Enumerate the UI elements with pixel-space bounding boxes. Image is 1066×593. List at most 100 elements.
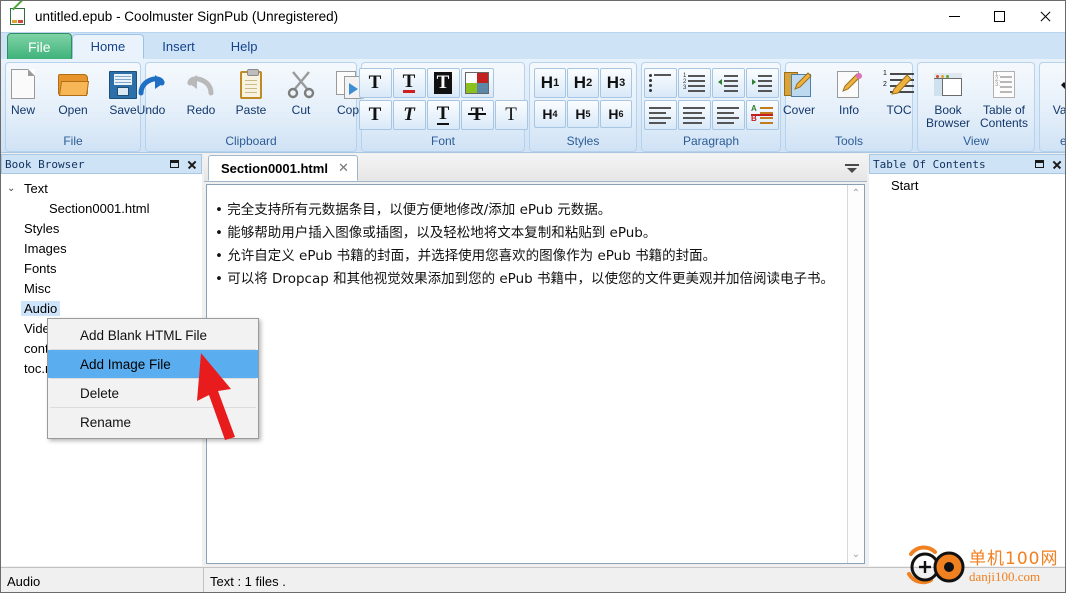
toc-close-button[interactable] — [1049, 157, 1063, 171]
table-of-contents-panel: Table Of Contents Start — [869, 154, 1065, 566]
align-right-icon[interactable] — [711, 100, 745, 130]
tab-file[interactable]: File — [7, 33, 72, 59]
group-label-styles: Styles — [566, 134, 600, 148]
watermark: 单机100网 danji100.com — [903, 542, 1063, 590]
tree-item-text[interactable]: ⌄ Text — [1, 178, 202, 198]
tree-item-misc[interactable]: Misc — [1, 278, 202, 298]
book-browser-close-button[interactable] — [184, 157, 198, 171]
ribbon-group-paragraph: 123 A B Paragraph — [641, 62, 781, 152]
heading-1-button[interactable]: H1 — [534, 68, 566, 98]
info-button[interactable]: Info — [824, 65, 874, 117]
tree-item-section0001[interactable]: Section0001.html — [1, 198, 202, 218]
bold-icon[interactable]: T — [358, 100, 392, 130]
window-controls — [932, 1, 1065, 32]
heading-5-button[interactable]: H5 — [567, 100, 599, 128]
group-label-file: File — [63, 134, 83, 148]
epub-document-icon — [9, 1, 27, 26]
scroll-down-arrow[interactable]: ⌄ — [848, 546, 864, 563]
cut-button[interactable]: Cut — [276, 65, 326, 117]
group-label-font: Font — [430, 134, 455, 148]
scissors-icon — [285, 69, 317, 101]
chevron-down-icon[interactable]: ⌄ — [7, 183, 21, 194]
tab-insert[interactable]: Insert — [144, 34, 213, 59]
group-label-view: View — [963, 134, 989, 148]
ribbon-tab-strip: File Home Insert Help — [1, 32, 1065, 59]
tab-home[interactable]: Home — [71, 34, 145, 59]
document-tab-label: Section0001.html — [221, 160, 328, 176]
toc-panel-title: Table Of Contents — [873, 157, 986, 171]
document-edit-icon — [833, 69, 865, 101]
status-left: Audio — [1, 567, 204, 592]
watermark-text: 单机100网 danji100.com — [969, 544, 1058, 585]
minimize-button[interactable] — [932, 1, 977, 32]
close-tab-button[interactable]: ✕ — [338, 160, 349, 176]
cover-button[interactable]: Cover — [774, 65, 824, 117]
book-browser-float-button[interactable] — [167, 157, 181, 171]
tab-help[interactable]: Help — [213, 34, 276, 59]
editor-line-2: • 能够帮助用户插入图像或插图，以及轻松地将文本复制和粘贴到 ePub。 — [215, 225, 657, 241]
validate-button[interactable]: Validate — [1044, 65, 1065, 117]
color-swatch-icon[interactable] — [460, 68, 494, 98]
document-tab-section0001[interactable]: Section0001.html ✕ — [208, 155, 358, 181]
heading-3-button[interactable]: H3 — [600, 68, 632, 98]
numbered-list-icon[interactable]: 123 — [677, 68, 711, 98]
open-button[interactable]: Open — [48, 65, 98, 117]
new-button[interactable]: New — [1, 65, 48, 117]
book-cover-edit-icon — [783, 69, 815, 101]
tree-item-styles[interactable]: Styles — [1, 218, 202, 238]
tab-overflow-button[interactable] — [845, 163, 859, 175]
toc-float-button[interactable] — [1032, 157, 1046, 171]
application-window: untitled.epub - Coolmuster SignPub (Unre… — [0, 0, 1066, 593]
group-label-clipboard: Clipboard — [225, 134, 277, 148]
ribbon-group-tools: Cover Info 1 2 TOC Tools — [783, 62, 914, 152]
heading-6-button[interactable]: H6 — [600, 100, 632, 128]
undo-button[interactable]: Undo — [126, 65, 176, 117]
close-button[interactable] — [1022, 1, 1065, 32]
ribbon-group-styles: H1 H2 H3 H4 H5 H6 Styles — [529, 62, 637, 152]
redo-button[interactable]: Redo — [176, 65, 226, 117]
scrollbar-track[interactable] — [848, 202, 864, 546]
clipboard-icon — [235, 69, 267, 101]
tree-item-fonts[interactable]: Fonts — [1, 258, 202, 278]
editor-page[interactable]: • 完全支持所有元数据条目，以便方便地修改/添加 ePub 元数据。 • 能够帮… — [207, 185, 847, 563]
ribbon: New Open Save File Undo Redo Paste Cut C… — [1, 59, 1065, 153]
table-of-contents-button[interactable]: 1. 2. 3. Table of Contents — [976, 65, 1032, 130]
strikethrough-icon[interactable]: T — [460, 100, 494, 130]
text-highlight-icon[interactable]: T — [426, 68, 460, 98]
decrease-indent-icon[interactable] — [711, 68, 745, 98]
browser-window-icon — [932, 69, 964, 101]
checkmark-icon — [1058, 69, 1065, 101]
bullet-list-icon[interactable] — [643, 68, 677, 98]
watermark-en: danji100.com — [969, 569, 1041, 584]
plain-text-icon[interactable]: T — [494, 100, 528, 130]
heading-2-button[interactable]: H2 — [567, 68, 599, 98]
editor-wrapper: • 完全支持所有元数据条目，以便方便地修改/添加 ePub 元数据。 • 能够帮… — [204, 182, 867, 566]
text-underline-color-icon[interactable]: T — [392, 68, 426, 98]
toc-list-icon: 1. 2. 3. — [988, 69, 1020, 101]
ribbon-group-clipboard: Undo Redo Paste Cut Copy Clipboard — [137, 62, 365, 152]
heading-4-button[interactable]: H4 — [534, 100, 566, 128]
tree-item-images[interactable]: Images — [1, 238, 202, 258]
toc-item-start[interactable]: Start — [869, 174, 1065, 193]
editor-vertical-scrollbar[interactable]: ⌃ ⌄ — [847, 185, 864, 563]
italic-icon[interactable]: T — [392, 100, 426, 130]
tree-item-audio[interactable]: Audio — [1, 298, 202, 318]
maximize-button[interactable] — [977, 1, 1022, 32]
editor-surface[interactable]: • 完全支持所有元数据条目，以便方便地修改/添加 ePub 元数据。 • 能够帮… — [206, 184, 865, 564]
book-browser-title: Book Browser — [5, 157, 85, 171]
book-browser-button[interactable]: Book Browser — [920, 65, 976, 130]
text-color-icon[interactable]: T — [358, 68, 392, 98]
align-center-icon[interactable] — [677, 100, 711, 130]
toc-list[interactable]: Start — [869, 174, 1065, 566]
new-document-icon — [7, 69, 39, 101]
group-label-tools: Tools — [834, 134, 863, 148]
book-browser-label-line2: Browser — [925, 116, 970, 130]
align-left-icon[interactable] — [643, 100, 677, 130]
scroll-up-arrow[interactable]: ⌃ — [848, 185, 864, 202]
window-title: untitled.epub - Coolmuster SignPub (Unre… — [35, 9, 339, 24]
paste-button[interactable]: Paste — [226, 65, 276, 117]
group-label-paragraph: Paragraph — [682, 134, 740, 148]
undo-arrow-icon — [135, 69, 167, 101]
book-browser-title-bar: Book Browser — [1, 154, 202, 174]
underline-icon[interactable]: T — [426, 100, 460, 130]
